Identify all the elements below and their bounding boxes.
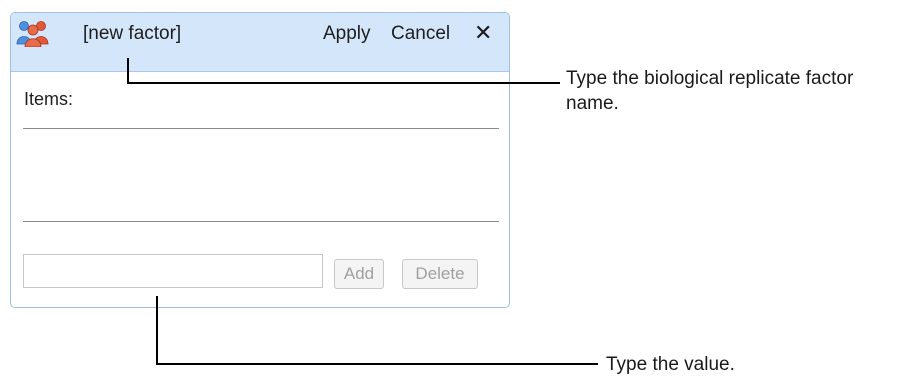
value-callout-leader xyxy=(156,296,598,365)
callout-leader-lines xyxy=(127,58,598,365)
name-callout-text: Type the biological replicate factor nam… xyxy=(566,68,854,114)
name-callout-leader xyxy=(127,58,560,84)
value-callout-text: Type the value. xyxy=(606,354,735,375)
